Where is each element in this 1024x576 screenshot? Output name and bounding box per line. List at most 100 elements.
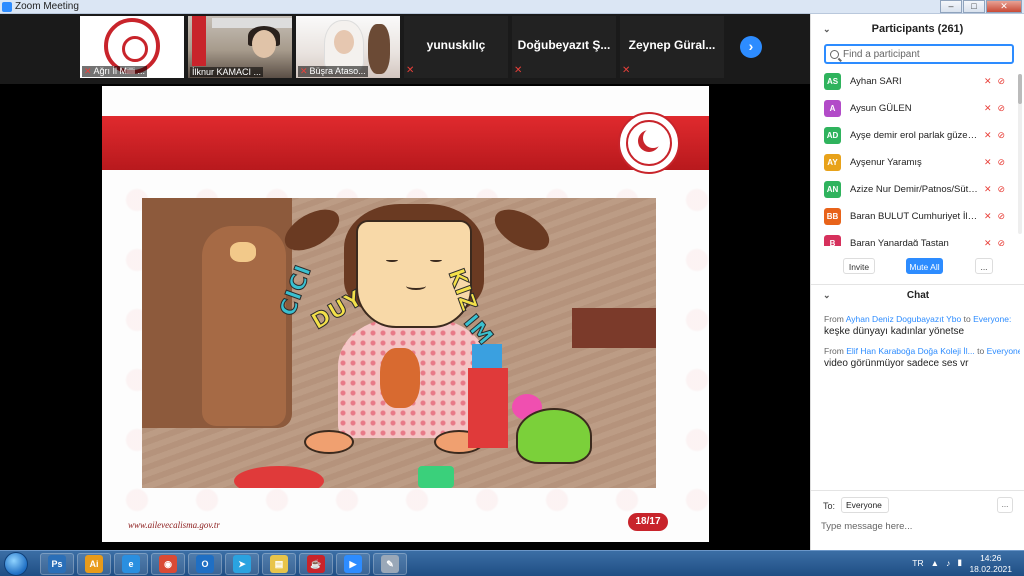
search-input[interactable] <box>843 48 1003 60</box>
zoom-app-icon <box>2 1 12 12</box>
window-title: Zoom Meeting <box>15 1 79 12</box>
participant-name: Baran BULUT Cumhuriyet İlkok... <box>850 211 978 222</box>
taskbar-app-button[interactable]: ◉ <box>151 553 185 575</box>
mic-muted-icon[interactable]: ✕ <box>984 130 992 141</box>
participant-actions: Invite Mute All ... <box>811 258 1024 276</box>
taskbar-app-button[interactable]: Ai <box>77 553 111 575</box>
chat-message-text: video görünmüyor sadece ses vr <box>824 358 969 369</box>
ministry-seal-icon <box>618 112 680 174</box>
start-button[interactable] <box>4 552 28 576</box>
mute-all-button[interactable]: Mute All <box>906 258 943 274</box>
participant-row[interactable]: AS Ayhan SARI ✕ ⊘ <box>811 68 1024 95</box>
maximize-button[interactable]: □ <box>963 0 985 13</box>
taskbar-app-button[interactable]: O <box>188 553 222 575</box>
taskbar-app-button[interactable]: Ps <box>40 553 74 575</box>
invite-button[interactable]: Invite <box>843 258 875 274</box>
mic-muted-icon[interactable]: ✕ <box>984 76 992 87</box>
avatar: AY <box>824 154 841 171</box>
app-icon: Ps <box>48 555 66 573</box>
mic-muted-icon[interactable]: ✕ <box>984 184 992 195</box>
cartoon-image: CICI DUY KIZ IM <box>142 198 656 488</box>
avatar: AS <box>824 73 841 90</box>
video-off-icon[interactable]: ⊘ <box>998 76 1006 87</box>
shared-screen: CICI DUY KIZ IM www.ailevecalisma.gov.tr… <box>0 84 810 550</box>
participant-row[interactable]: BB Baran BULUT Cumhuriyet İlkok... ✕ ⊘ <box>811 203 1024 230</box>
search-icon <box>830 49 839 59</box>
chevron-right-icon[interactable]: › <box>740 36 762 58</box>
volume-icon[interactable]: ♪ <box>946 558 950 568</box>
clock[interactable]: 14:26 18.02.2021 <box>969 553 1012 575</box>
participant-row[interactable]: AD Ayşe demir erol parlak güzel sa... ✕ ⊘ <box>811 122 1024 149</box>
mic-muted-icon[interactable]: ✕ <box>984 103 992 114</box>
mic-muted-icon[interactable]: ✕ <box>984 238 992 246</box>
chat-to-label: To: <box>823 501 836 511</box>
system-tray: TR ▲ ♪ ▮ <box>905 557 962 568</box>
chat-recipient-dropdown[interactable]: Everyone ⌄ <box>841 497 889 524</box>
close-button[interactable]: ✕ <box>986 0 1022 13</box>
window-controls: – □ ✕ <box>939 0 1022 13</box>
video-tile-2[interactable]: İlknur KAMACI ... <box>188 16 292 78</box>
tray-expand-icon[interactable]: ▲ <box>931 558 939 568</box>
participant-row[interactable]: B Baran Yanardağ Taştan ✕ ⊘ <box>811 230 1024 246</box>
participant-row[interactable]: AN Azize Nur Demir/Patnos/Sütlüpi... ✕ ⊘ <box>811 176 1024 203</box>
chat-message-meta: From Ayhan Deniz Dogubayazıt Ybo to Ever… <box>824 314 1012 324</box>
taskbar-app-button[interactable]: ▶ <box>336 553 370 575</box>
video-off-icon[interactable]: ⊘ <box>998 103 1006 114</box>
more-options-button[interactable]: ... <box>975 258 993 274</box>
app-icon: ▤ <box>270 555 288 573</box>
participant-name: Ayşe demir erol parlak güzel sa... <box>850 130 978 141</box>
chevron-down-icon[interactable]: ⌄ <box>823 14 831 44</box>
mic-muted-icon[interactable]: ✕ <box>984 211 992 222</box>
app-icon: ➤ <box>233 555 251 573</box>
video-off-icon[interactable]: ⊘ <box>998 184 1006 195</box>
video-off-icon[interactable]: ⊘ <box>998 130 1006 141</box>
app-icon: O <box>196 555 214 573</box>
language-indicator[interactable]: TR <box>912 558 923 568</box>
chat-recipient-link[interactable]: Everyone: <box>973 314 1011 324</box>
participant-row[interactable]: A Aysun GÜLEN ✕ ⊘ <box>811 95 1024 122</box>
participant-name: Baran Yanardağ Taştan <box>850 238 949 246</box>
chat-message: From Elif Han Karaboğa Doğa Koleji İl...… <box>824 346 1020 369</box>
participant-search[interactable] <box>824 44 1014 64</box>
chat-sender-link[interactable]: Elif Han Karaboğa Doğa Koleji İl... <box>846 346 975 356</box>
participant-row[interactable]: AY Ayşenur Yaramış ✕ ⊘ <box>811 149 1024 176</box>
taskbar-app-button[interactable]: ➤ <box>225 553 259 575</box>
participants-title: Participants (261) <box>871 23 964 35</box>
video-tile-1[interactable]: ✕ Ağrı İl Milli ... <box>80 16 184 78</box>
avatar: A <box>824 100 841 117</box>
participant-scrollbar[interactable] <box>1018 74 1022 234</box>
video-tile-5[interactable]: Doğubeyazıt Ş... ✕ <box>512 16 616 78</box>
video-tile-4[interactable]: yunuskılıç ✕ <box>404 16 508 78</box>
chat-compose: To: Everyone ⌄ ... <box>811 490 1024 550</box>
video-off-icon[interactable]: ⊘ <box>998 211 1006 222</box>
chat-message-text: keşke dünyayı kadınlar yönetse <box>824 326 965 337</box>
taskbar-app-button[interactable]: e <box>114 553 148 575</box>
chat-sender-link[interactable]: Ayhan Deniz Dogubayazıt Ybo <box>846 314 961 324</box>
video-off-icon[interactable]: ⊘ <box>998 238 1006 246</box>
avatar: AN <box>824 181 841 198</box>
chat-title: Chat <box>906 290 930 301</box>
participant-name: Zeynep Güral... <box>628 38 716 52</box>
mic-muted-icon[interactable]: ✕ <box>984 157 992 168</box>
chat-message: From Ayhan Deniz Dogubayazıt Ybo to Ever… <box>824 314 1020 337</box>
chevron-down-icon[interactable]: ⌄ <box>823 290 831 301</box>
network-icon[interactable]: ▮ <box>957 557 962 568</box>
participants-header: ⌄ Participants (261) <box>811 14 1024 44</box>
video-strip: ✕ Ağrı İl Milli ... İlknur KAMACI ... ✕ Bü… <box>0 14 810 84</box>
video-caption: ✕ Ağrı İl Milli ... <box>82 66 148 77</box>
taskbar-app-button[interactable]: ☕ <box>299 553 333 575</box>
chat-input[interactable] <box>821 518 1011 534</box>
video-tile-6[interactable]: Zeynep Güral... ✕ <box>620 16 724 78</box>
presentation-slide: CICI DUY KIZ IM www.ailevecalisma.gov.tr… <box>102 86 709 542</box>
chat-more-button[interactable]: ... <box>997 497 1013 513</box>
video-caption: ✕ Büşra Ataso... <box>298 66 368 77</box>
taskbar-app-button[interactable]: ✎ <box>373 553 407 575</box>
video-tile-3[interactable]: ✕ Büşra Ataso... <box>296 16 400 78</box>
participant-list: AS Ayhan SARI ✕ ⊘ A Aysun GÜLEN ✕ ⊘ AD Ayşe demir… <box>811 68 1024 246</box>
video-off-icon[interactable]: ⊘ <box>998 157 1006 168</box>
minimize-button[interactable]: – <box>940 0 962 13</box>
participant-name: Ayhan SARI <box>850 76 902 87</box>
chat-recipient-link[interactable]: Everyone: <box>987 346 1020 356</box>
mic-muted-icon: ✕ <box>622 65 631 76</box>
taskbar-app-button[interactable]: ▤ <box>262 553 296 575</box>
